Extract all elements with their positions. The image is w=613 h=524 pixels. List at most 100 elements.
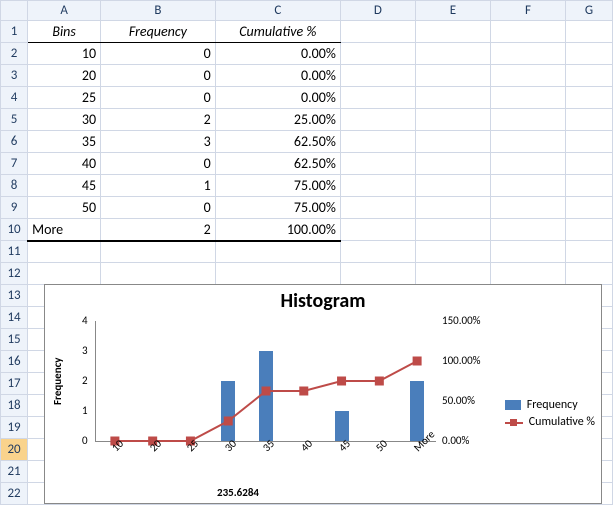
cell[interactable] [340, 241, 415, 263]
cell[interactable] [490, 65, 565, 87]
row-header-21[interactable]: 21 [1, 461, 28, 483]
row-header-8[interactable]: 8 [1, 175, 28, 197]
cell[interactable] [415, 219, 490, 241]
cell[interactable]: 2 [101, 109, 216, 131]
col-header-E[interactable]: E [415, 1, 490, 21]
cell[interactable] [490, 241, 565, 263]
row-header-9[interactable]: 9 [1, 197, 28, 219]
cell[interactable] [340, 153, 415, 175]
cell[interactable]: 75.00% [215, 197, 340, 219]
cell[interactable]: 0 [101, 65, 216, 87]
cell[interactable]: 35 [28, 131, 101, 153]
row-header-10[interactable]: 10 [1, 219, 28, 241]
cell[interactable] [566, 175, 613, 197]
cell[interactable] [490, 263, 565, 285]
cell[interactable] [566, 241, 613, 263]
cell[interactable] [490, 21, 565, 43]
row-header-17[interactable]: 17 [1, 373, 28, 395]
cell[interactable]: 62.50% [215, 131, 340, 153]
cell[interactable] [415, 109, 490, 131]
cell[interactable] [28, 241, 101, 263]
cell[interactable]: More [28, 219, 101, 241]
row-header-11[interactable]: 11 [1, 241, 28, 263]
cell[interactable]: 50 [28, 197, 101, 219]
cell[interactable]: 10 [28, 43, 101, 65]
cell[interactable] [340, 43, 415, 65]
col-header-D[interactable]: D [340, 1, 415, 21]
cell[interactable] [566, 87, 613, 109]
cell[interactable] [340, 21, 415, 43]
cell[interactable] [415, 21, 490, 43]
cell[interactable] [340, 175, 415, 197]
cell[interactable]: Cumulative % [215, 21, 340, 43]
col-header-B[interactable]: B [101, 1, 216, 21]
cell[interactable]: 0.00% [215, 43, 340, 65]
cell[interactable] [340, 197, 415, 219]
row-header-22[interactable]: 22 [1, 483, 28, 505]
cell[interactable] [566, 263, 613, 285]
cell[interactable] [490, 175, 565, 197]
cell[interactable]: 40 [28, 153, 101, 175]
cell[interactable]: 62.50% [215, 153, 340, 175]
cell[interactable] [566, 153, 613, 175]
cell[interactable] [340, 109, 415, 131]
row-header-13[interactable]: 13 [1, 285, 28, 307]
row-header-7[interactable]: 7 [1, 153, 28, 175]
cell[interactable] [490, 219, 565, 241]
cell[interactable] [215, 241, 340, 263]
cell[interactable]: 25.00% [215, 109, 340, 131]
row-header-20[interactable]: 20 [1, 439, 28, 461]
row-header-5[interactable]: 5 [1, 109, 28, 131]
cell[interactable] [340, 131, 415, 153]
col-header-A[interactable]: A [28, 1, 101, 21]
cell[interactable] [490, 43, 565, 65]
cell[interactable] [415, 241, 490, 263]
cell[interactable]: 45 [28, 175, 101, 197]
cell[interactable] [490, 87, 565, 109]
cell[interactable] [490, 153, 565, 175]
cell[interactable] [566, 219, 613, 241]
row-header-18[interactable]: 18 [1, 395, 28, 417]
row-header-3[interactable]: 3 [1, 65, 28, 87]
cell[interactable]: 30 [28, 109, 101, 131]
cell[interactable]: 1 [101, 175, 216, 197]
cell[interactable] [340, 219, 415, 241]
cell[interactable] [28, 263, 101, 285]
col-header-G[interactable]: G [566, 1, 613, 21]
cell[interactable] [415, 175, 490, 197]
cell[interactable] [340, 263, 415, 285]
cell[interactable]: Bins [28, 21, 101, 43]
row-header-2[interactable]: 2 [1, 43, 28, 65]
cell[interactable]: Frequency [101, 21, 216, 43]
cell[interactable] [415, 263, 490, 285]
cell[interactable] [490, 109, 565, 131]
row-header-12[interactable]: 12 [1, 263, 28, 285]
cell[interactable]: 0 [101, 87, 216, 109]
cell[interactable] [215, 263, 340, 285]
cell[interactable] [415, 65, 490, 87]
cell[interactable]: 20 [28, 65, 101, 87]
row-header-1[interactable]: 1 [1, 21, 28, 43]
cell[interactable]: 0.00% [215, 87, 340, 109]
col-header-F[interactable]: F [490, 1, 565, 21]
cell[interactable] [415, 131, 490, 153]
cell[interactable] [566, 21, 613, 43]
cell[interactable] [415, 87, 490, 109]
cell[interactable]: 3 [101, 131, 216, 153]
cell[interactable] [415, 153, 490, 175]
cell[interactable] [340, 87, 415, 109]
cell[interactable]: 0 [101, 197, 216, 219]
cell[interactable]: 0.00% [215, 65, 340, 87]
cell[interactable] [415, 197, 490, 219]
cell[interactable] [490, 197, 565, 219]
cell[interactable] [101, 263, 216, 285]
cell[interactable]: 0 [101, 153, 216, 175]
cell[interactable] [566, 109, 613, 131]
cell[interactable]: 25 [28, 87, 101, 109]
row-header-4[interactable]: 4 [1, 87, 28, 109]
cell[interactable]: 0 [101, 43, 216, 65]
cell[interactable] [566, 197, 613, 219]
cell[interactable] [566, 43, 613, 65]
row-header-15[interactable]: 15 [1, 329, 28, 351]
col-header-C[interactable]: C [215, 1, 340, 21]
